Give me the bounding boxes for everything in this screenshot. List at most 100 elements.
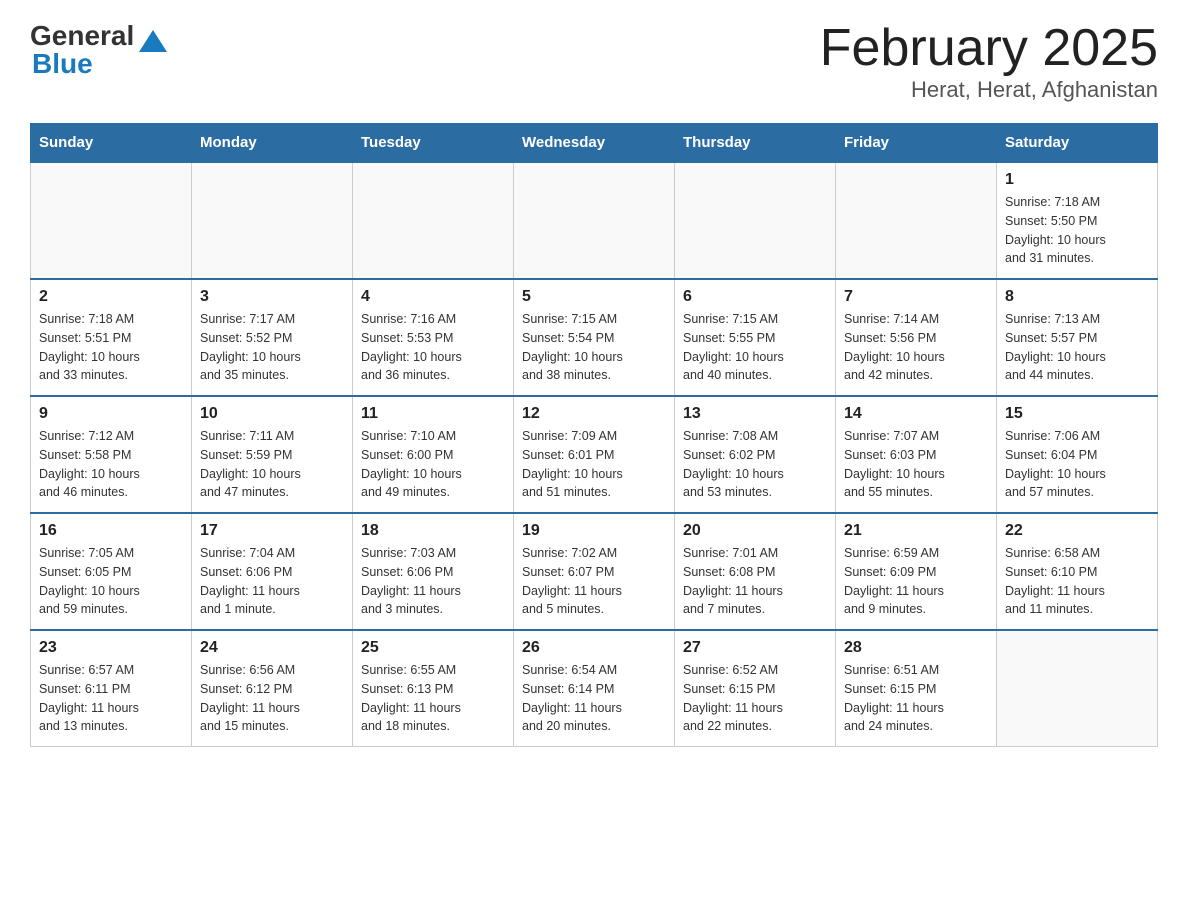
day-info: Sunrise: 7:03 AM Sunset: 6:06 PM Dayligh… <box>361 544 505 619</box>
day-number: 5 <box>522 288 666 306</box>
day-number: 12 <box>522 405 666 423</box>
calendar-day-cell: 3 Sunrise: 7:17 AM Sunset: 5:52 PM Daylig… <box>192 279 353 396</box>
calendar-day-cell: 28 Sunrise: 6:51 AM Sunset: 6:15 PM Dayli… <box>836 630 997 747</box>
calendar-header: SundayMondayTuesdayWednesdayThursdayFrid… <box>31 124 1158 163</box>
weekday-header-tuesday: Tuesday <box>353 124 514 163</box>
day-info: Sunrise: 7:14 AM Sunset: 5:56 PM Dayligh… <box>844 310 988 385</box>
day-info: Sunrise: 7:18 AM Sunset: 5:51 PM Dayligh… <box>39 310 183 385</box>
day-number: 3 <box>200 288 344 306</box>
calendar-day-cell: 7 Sunrise: 7:14 AM Sunset: 5:56 PM Daylig… <box>836 279 997 396</box>
page-header: General Blue February 2025 Herat, Herat,… <box>30 20 1158 103</box>
day-info: Sunrise: 6:56 AM Sunset: 6:12 PM Dayligh… <box>200 661 344 736</box>
day-number: 17 <box>200 522 344 540</box>
logo-triangle-icon <box>139 30 167 52</box>
day-info: Sunrise: 6:52 AM Sunset: 6:15 PM Dayligh… <box>683 661 827 736</box>
day-info: Sunrise: 7:08 AM Sunset: 6:02 PM Dayligh… <box>683 427 827 502</box>
calendar-day-cell <box>514 162 675 279</box>
weekday-header-wednesday: Wednesday <box>514 124 675 163</box>
calendar-day-cell: 23 Sunrise: 6:57 AM Sunset: 6:11 PM Dayli… <box>31 630 192 747</box>
calendar-day-cell: 24 Sunrise: 6:56 AM Sunset: 6:12 PM Dayli… <box>192 630 353 747</box>
calendar-day-cell: 19 Sunrise: 7:02 AM Sunset: 6:07 PM Dayli… <box>514 513 675 630</box>
day-info: Sunrise: 7:11 AM Sunset: 5:59 PM Dayligh… <box>200 427 344 502</box>
calendar-day-cell: 10 Sunrise: 7:11 AM Sunset: 5:59 PM Dayli… <box>192 396 353 513</box>
calendar-day-cell: 15Sunrise: 7:06 AM Sunset: 6:04 PM Dayli… <box>997 396 1158 513</box>
calendar-week-row: 1 Sunrise: 7:18 AM Sunset: 5:50 PM Daylig… <box>31 162 1158 279</box>
calendar-day-cell <box>353 162 514 279</box>
title-block: February 2025 Herat, Herat, Afghanistan <box>820 20 1158 103</box>
calendar-day-cell <box>997 630 1158 747</box>
calendar-day-cell: 17 Sunrise: 7:04 AM Sunset: 6:06 PM Dayli… <box>192 513 353 630</box>
logo-blue: Blue <box>32 48 93 80</box>
calendar-day-cell: 21 Sunrise: 6:59 AM Sunset: 6:09 PM Dayli… <box>836 513 997 630</box>
day-number: 16 <box>39 522 183 540</box>
calendar-day-cell: 4 Sunrise: 7:16 AM Sunset: 5:53 PM Daylig… <box>353 279 514 396</box>
day-number: 6 <box>683 288 827 306</box>
day-number: 13 <box>683 405 827 423</box>
day-info: Sunrise: 6:54 AM Sunset: 6:14 PM Dayligh… <box>522 661 666 736</box>
day-number: 8 <box>1005 288 1149 306</box>
calendar-day-cell: 18 Sunrise: 7:03 AM Sunset: 6:06 PM Dayli… <box>353 513 514 630</box>
weekday-header-saturday: Saturday <box>997 124 1158 163</box>
day-info: Sunrise: 7:12 AM Sunset: 5:58 PM Dayligh… <box>39 427 183 502</box>
day-info: Sunrise: 7:05 AM Sunset: 6:05 PM Dayligh… <box>39 544 183 619</box>
day-number: 9 <box>39 405 183 423</box>
weekday-header-thursday: Thursday <box>675 124 836 163</box>
day-number: 28 <box>844 639 988 657</box>
day-number: 10 <box>200 405 344 423</box>
day-info: Sunrise: 7:15 AM Sunset: 5:55 PM Dayligh… <box>683 310 827 385</box>
day-info: Sunrise: 7:01 AM Sunset: 6:08 PM Dayligh… <box>683 544 827 619</box>
calendar-body: 1 Sunrise: 7:18 AM Sunset: 5:50 PM Daylig… <box>31 162 1158 747</box>
day-number: 25 <box>361 639 505 657</box>
day-number: 2 <box>39 288 183 306</box>
calendar-day-cell: 25 Sunrise: 6:55 AM Sunset: 6:13 PM Dayli… <box>353 630 514 747</box>
calendar-day-cell: 13 Sunrise: 7:08 AM Sunset: 6:02 PM Dayli… <box>675 396 836 513</box>
day-number: 23 <box>39 639 183 657</box>
day-info: Sunrise: 7:10 AM Sunset: 6:00 PM Dayligh… <box>361 427 505 502</box>
day-info: Sunrise: 7:04 AM Sunset: 6:06 PM Dayligh… <box>200 544 344 619</box>
calendar-day-cell: 16 Sunrise: 7:05 AM Sunset: 6:05 PM Dayli… <box>31 513 192 630</box>
calendar-week-row: 23 Sunrise: 6:57 AM Sunset: 6:11 PM Dayli… <box>31 630 1158 747</box>
day-number: 21 <box>844 522 988 540</box>
day-number: 27 <box>683 639 827 657</box>
calendar-day-cell: 22Sunrise: 6:58 AM Sunset: 6:10 PM Dayli… <box>997 513 1158 630</box>
logo: General Blue <box>30 20 167 80</box>
day-info: Sunrise: 7:02 AM Sunset: 6:07 PM Dayligh… <box>522 544 666 619</box>
day-info: Sunrise: 6:57 AM Sunset: 6:11 PM Dayligh… <box>39 661 183 736</box>
weekday-header-monday: Monday <box>192 124 353 163</box>
day-info: Sunrise: 6:51 AM Sunset: 6:15 PM Dayligh… <box>844 661 988 736</box>
weekday-header-sunday: Sunday <box>31 124 192 163</box>
calendar-day-cell: 12 Sunrise: 7:09 AM Sunset: 6:01 PM Dayli… <box>514 396 675 513</box>
day-info: Sunrise: 6:58 AM Sunset: 6:10 PM Dayligh… <box>1005 544 1149 619</box>
calendar-week-row: 16 Sunrise: 7:05 AM Sunset: 6:05 PM Dayli… <box>31 513 1158 630</box>
day-info: Sunrise: 6:55 AM Sunset: 6:13 PM Dayligh… <box>361 661 505 736</box>
day-info: Sunrise: 7:18 AM Sunset: 5:50 PM Dayligh… <box>1005 193 1149 268</box>
day-number: 4 <box>361 288 505 306</box>
calendar-day-cell: 9 Sunrise: 7:12 AM Sunset: 5:58 PM Daylig… <box>31 396 192 513</box>
day-number: 24 <box>200 639 344 657</box>
calendar-day-cell: 2 Sunrise: 7:18 AM Sunset: 5:51 PM Daylig… <box>31 279 192 396</box>
day-info: Sunrise: 6:59 AM Sunset: 6:09 PM Dayligh… <box>844 544 988 619</box>
calendar-day-cell <box>836 162 997 279</box>
day-info: Sunrise: 7:16 AM Sunset: 5:53 PM Dayligh… <box>361 310 505 385</box>
day-info: Sunrise: 7:09 AM Sunset: 6:01 PM Dayligh… <box>522 427 666 502</box>
calendar-day-cell: 5 Sunrise: 7:15 AM Sunset: 5:54 PM Daylig… <box>514 279 675 396</box>
calendar-subtitle: Herat, Herat, Afghanistan <box>820 77 1158 103</box>
day-info: Sunrise: 7:15 AM Sunset: 5:54 PM Dayligh… <box>522 310 666 385</box>
day-number: 26 <box>522 639 666 657</box>
day-info: Sunrise: 7:13 AM Sunset: 5:57 PM Dayligh… <box>1005 310 1149 385</box>
day-number: 19 <box>522 522 666 540</box>
calendar-day-cell <box>192 162 353 279</box>
day-number: 20 <box>683 522 827 540</box>
day-info: Sunrise: 7:07 AM Sunset: 6:03 PM Dayligh… <box>844 427 988 502</box>
day-number: 18 <box>361 522 505 540</box>
day-number: 7 <box>844 288 988 306</box>
weekday-header-row: SundayMondayTuesdayWednesdayThursdayFrid… <box>31 124 1158 163</box>
day-number: 11 <box>361 405 505 423</box>
calendar-day-cell: 26 Sunrise: 6:54 AM Sunset: 6:14 PM Dayli… <box>514 630 675 747</box>
calendar-day-cell <box>31 162 192 279</box>
day-number: 1 <box>1005 171 1149 189</box>
calendar-week-row: 2 Sunrise: 7:18 AM Sunset: 5:51 PM Daylig… <box>31 279 1158 396</box>
calendar-week-row: 9 Sunrise: 7:12 AM Sunset: 5:58 PM Daylig… <box>31 396 1158 513</box>
calendar-day-cell: 11 Sunrise: 7:10 AM Sunset: 6:00 PM Dayli… <box>353 396 514 513</box>
day-info: Sunrise: 7:17 AM Sunset: 5:52 PM Dayligh… <box>200 310 344 385</box>
